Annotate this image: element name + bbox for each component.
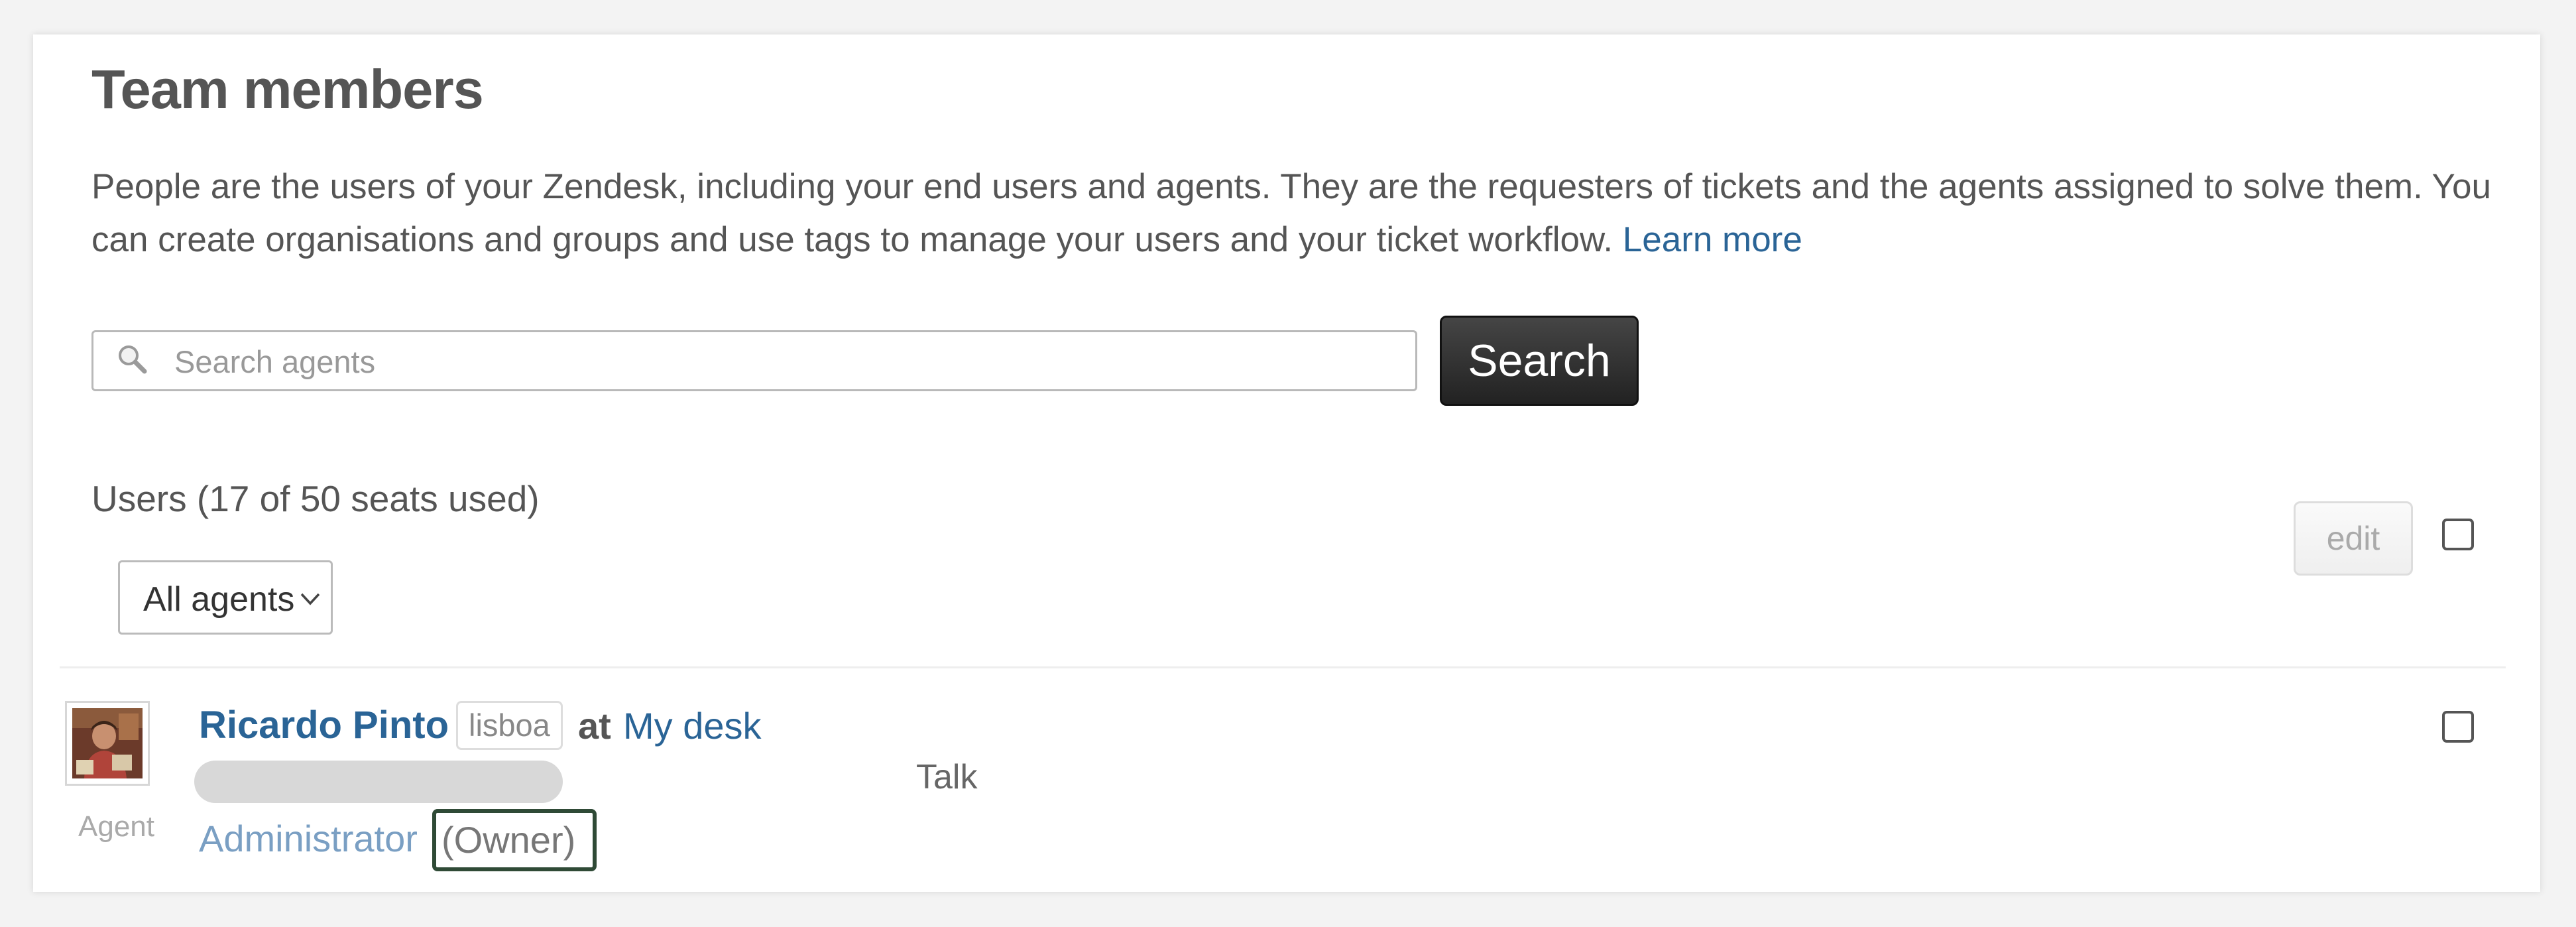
- learn-more-link[interactable]: Learn more: [1623, 220, 1802, 259]
- location-badge: lisboa: [456, 701, 563, 750]
- description-text: People are the users of your Zendesk, in…: [91, 167, 2491, 259]
- search-icon: [119, 345, 147, 374]
- user-role-tag: Agent: [78, 810, 154, 843]
- user-avatar[interactable]: [65, 701, 150, 786]
- desk-link[interactable]: My desk: [623, 704, 762, 747]
- search-button[interactable]: Search: [1440, 316, 1639, 406]
- agent-filter-value: All agents: [143, 580, 295, 619]
- search-field[interactable]: [91, 330, 1417, 391]
- search-input[interactable]: [173, 338, 1409, 385]
- users-seat-count: Users (17 of 50 seats used): [91, 478, 540, 519]
- page-description: People are the users of your Zendesk, in…: [91, 160, 2518, 267]
- select-all-checkbox[interactable]: [2442, 519, 2474, 550]
- role-link[interactable]: Administrator: [199, 817, 418, 860]
- row-divider: [60, 666, 2506, 668]
- chevron-down-icon: [300, 593, 320, 605]
- channel-label: Talk: [916, 758, 978, 796]
- agent-filter-select[interactable]: All agents: [118, 560, 333, 635]
- avatar-photo: [72, 708, 143, 778]
- owner-label: (Owner): [441, 819, 576, 861]
- at-label: at: [578, 705, 611, 747]
- user-name-link[interactable]: Ricardo Pinto: [199, 703, 449, 747]
- owner-highlight: (Owner): [432, 809, 597, 871]
- user-row-checkbox[interactable]: [2442, 711, 2474, 743]
- page-title: Team members: [91, 58, 484, 120]
- edit-button[interactable]: edit: [2294, 501, 2413, 576]
- redacted-email: [194, 761, 563, 803]
- team-members-panel: Team members People are the users of you…: [33, 34, 2540, 892]
